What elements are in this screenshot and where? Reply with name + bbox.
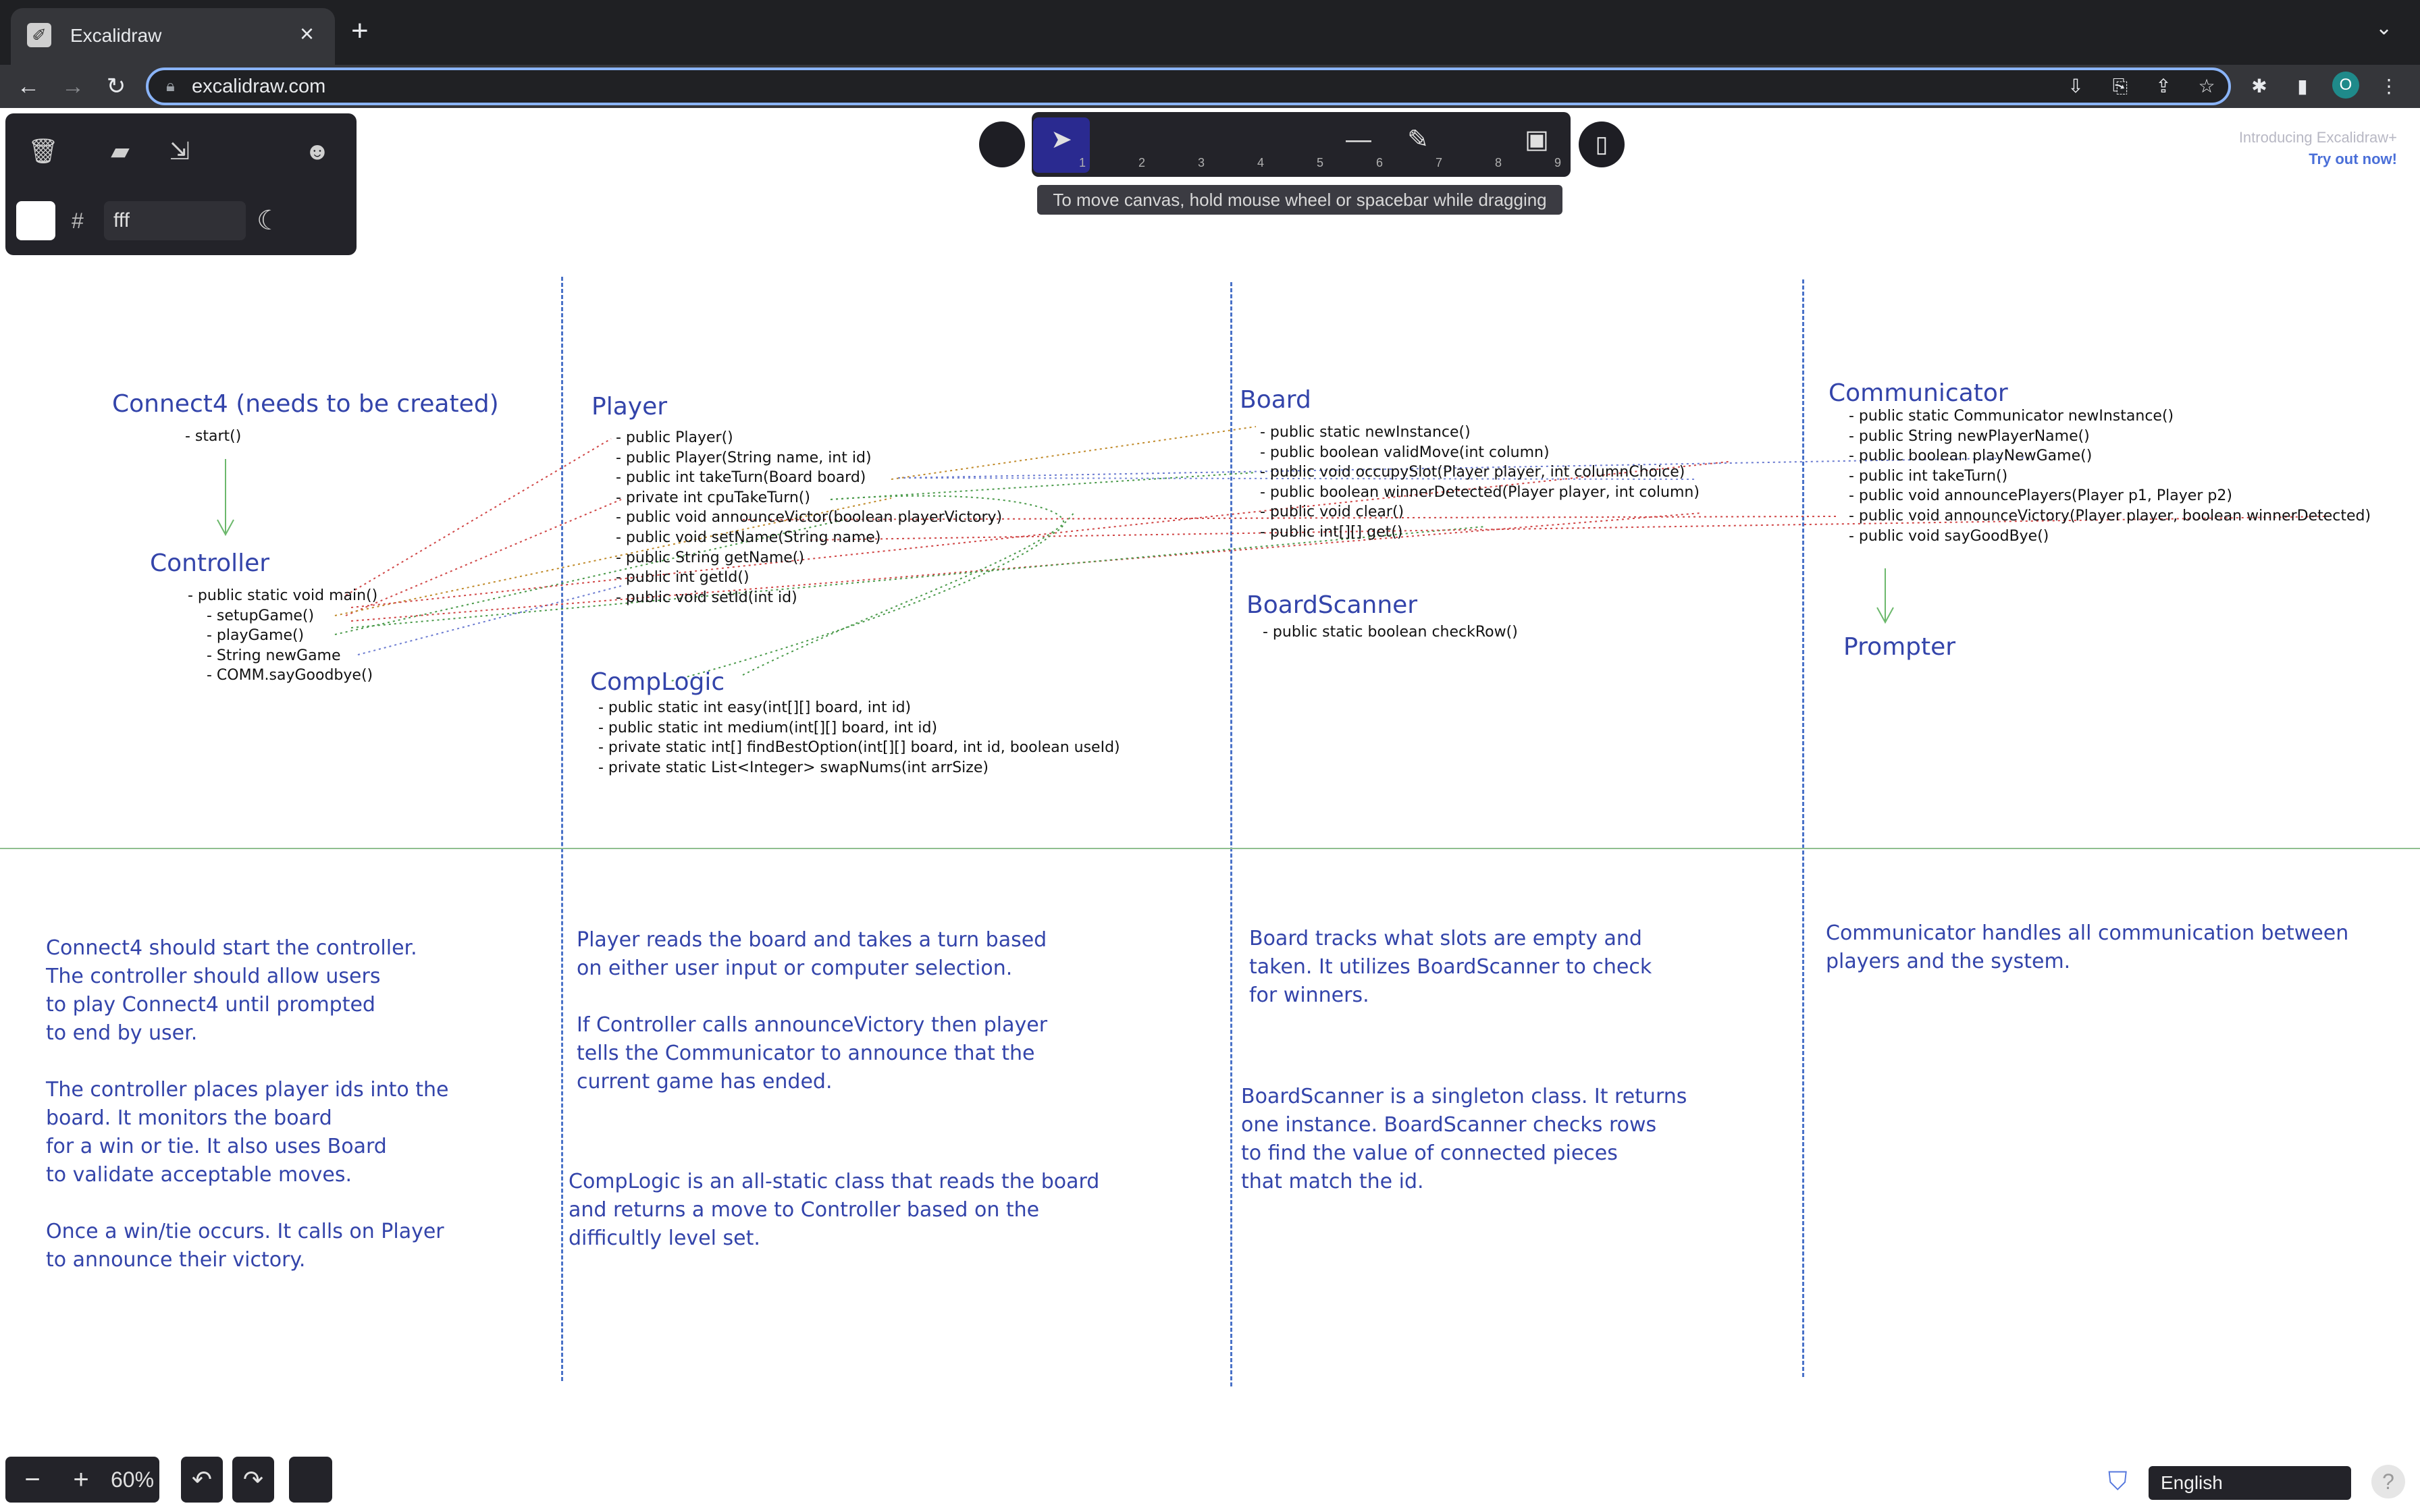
communicator-methods[interactable]: - public static Communicator newInstance… [1849,406,2371,546]
connector-lines[interactable] [0,0,2420,1512]
image-icon: ▣ [1525,126,1549,154]
communicator-title[interactable]: Communicator [1829,379,2008,407]
line-icon: — [1346,126,1371,154]
tool-line[interactable]: —6 [1330,117,1387,173]
communicator-note[interactable]: Communicator handles all communication b… [1826,919,2348,976]
help-icon[interactable]: ? [2371,1465,2405,1498]
background-color-swatch[interactable] [16,201,55,240]
connect4-title[interactable]: Connect4 (needs to be created) [112,390,499,418]
player-note[interactable]: Player reads the board and takes a turn … [577,926,1047,1096]
tool-diamond[interactable]: 3 [1152,117,1209,173]
tool-arrow[interactable]: 5 [1271,117,1327,173]
boardscanner-note[interactable]: BoardScanner is a singleton class. It re… [1241,1083,1687,1196]
board-title[interactable]: Board [1240,386,1311,414]
tool-key: 7 [1435,156,1442,169]
tool-key: 5 [1316,156,1323,169]
tool-key: 9 [1554,156,1561,169]
controller-title[interactable]: Controller [150,549,269,577]
excalidraw-plus-promo[interactable]: Introducing Excalidraw+ Try out now! [2188,127,2397,170]
player-methods[interactable]: - public Player() - public Player(String… [616,428,1002,608]
shield-icon[interactable]: ⛉ [2108,1466,2135,1497]
boardscanner-methods[interactable]: - public static boolean checkRow() [1263,622,1518,643]
language-select[interactable]: English [2149,1466,2351,1500]
hash-label: # [72,209,84,233]
export-icon[interactable]: ⇲ [158,132,201,170]
open-folder-icon[interactable]: ▰ [99,132,142,170]
tool-key: 6 [1375,156,1383,169]
lock-tool-button[interactable] [979,122,1025,167]
complogic-note[interactable]: CompLogic is an all-static class that re… [569,1168,1099,1253]
moon-icon[interactable]: ☾ [257,202,281,239]
tool-text[interactable]: 8 [1449,117,1506,173]
tool-key: 8 [1494,156,1502,169]
zoom-in-button[interactable]: + [61,1457,101,1503]
zoom-out-button[interactable]: − [12,1457,53,1503]
tool-selection[interactable]: ➤ 1 [1033,117,1090,173]
tool-image[interactable]: ▣ 9 [1508,117,1565,173]
promo-title: Introducing Excalidraw+ [2238,129,2397,146]
pencil-icon: ✎ [1407,126,1429,154]
collaborators-icon[interactable]: ☻ [296,132,339,170]
controller-note[interactable]: Connect4 should start the controller. Th… [46,934,448,1274]
prompter-title[interactable]: Prompter [1843,633,1955,661]
connect4-methods[interactable]: - start() [185,427,241,447]
canvas-hint: To move canvas, hold mouse wheel or spac… [1037,185,1562,215]
zoom-level[interactable]: 60% [105,1457,159,1503]
connector-line [345,438,612,596]
complogic-title[interactable]: CompLogic [590,668,725,696]
connector-line [345,499,622,616]
tool-draw[interactable]: ✎ 7 [1390,117,1446,173]
complogic-methods[interactable]: - public static int easy(int[][] board, … [598,698,1120,778]
trash-icon[interactable]: 🗑︎ [22,132,65,170]
board-note[interactable]: Board tracks what slots are empty and ta… [1249,925,1652,1010]
boardscanner-title[interactable]: BoardScanner [1246,591,1417,619]
connector-line [357,585,622,655]
tool-key: 1 [1078,156,1086,169]
tool-rectangle[interactable]: 2 [1093,117,1149,173]
pointer-icon: ➤ [1051,126,1072,154]
library-book-icon[interactable]: ▯ [1579,122,1625,167]
background-color-input[interactable] [104,201,246,240]
board-methods[interactable]: - public static newInstance() - public b… [1260,423,1700,543]
tool-key: 3 [1197,156,1205,169]
promo-link[interactable]: Try out now! [2188,148,2397,170]
tool-key: 2 [1138,156,1145,169]
controller-methods[interactable]: - public static void main() - setupGame(… [188,586,377,686]
undo-icon[interactable]: ↶ [181,1457,223,1503]
player-title[interactable]: Player [591,393,667,421]
tool-key: 4 [1257,156,1264,169]
redo-icon[interactable]: ↷ [232,1457,274,1503]
eraser-button[interactable] [289,1457,332,1503]
tool-ellipse[interactable]: 4 [1211,117,1268,173]
